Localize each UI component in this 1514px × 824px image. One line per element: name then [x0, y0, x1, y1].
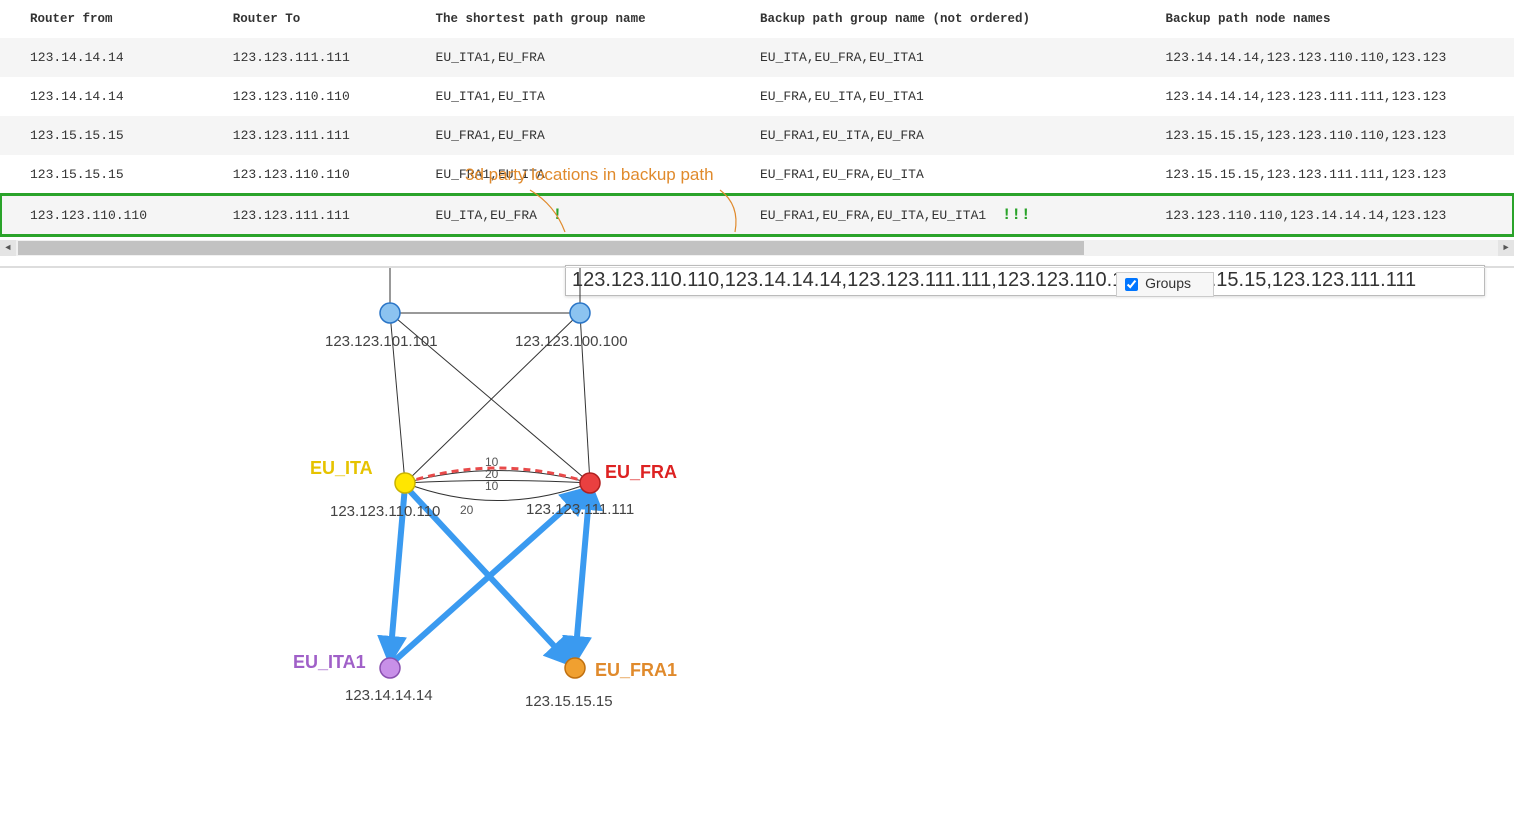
cell-shortest: EU_ITA1,EU_FRA — [406, 38, 730, 77]
cell-to: 123.123.111.111 — [203, 194, 406, 236]
routing-table-wrapper: Router from Router To The shortest path … — [0, 0, 1514, 267]
cell-from: 123.15.15.15 — [0, 155, 203, 194]
group-label-eu-fra1: EU_FRA1 — [595, 660, 677, 680]
col-header-backup[interactable]: Backup path group name (not ordered) — [730, 0, 1136, 38]
cell-to: 123.123.110.110 — [203, 155, 406, 194]
group-label-eu-fra: EU_FRA — [605, 462, 677, 482]
table-row[interactable]: 123.15.15.15 123.123.111.111 EU_FRA1,EU_… — [0, 116, 1514, 155]
cell-backup: EU_ITA,EU_FRA,EU_ITA1 — [730, 38, 1136, 77]
cell-nodes: 123.123.110.110,123.14.14.14,123.123 — [1135, 194, 1514, 236]
cell-backup: EU_FRA1,EU_FRA,EU_ITA,EU_ITA1 !!! — [730, 194, 1136, 236]
cell-nodes: 123.15.15.15,123.123.110.110,123.123 — [1135, 116, 1514, 155]
groups-checkbox[interactable] — [1125, 278, 1138, 291]
group-label-eu-ita: EU_ITA — [310, 458, 373, 478]
edge-weight: 20 — [460, 503, 474, 517]
cell-from: 123.14.14.14 — [0, 38, 203, 77]
cell-to: 123.123.110.110 — [203, 77, 406, 116]
scrollbar-thumb[interactable] — [18, 241, 1084, 255]
cell-shortest: EU_ITA1,EU_ITA — [406, 77, 730, 116]
groups-toggle[interactable]: Groups — [1116, 272, 1214, 297]
table-row[interactable]: 123.15.15.15 123.123.110.110 EU_FRA1,EU_… — [0, 155, 1514, 194]
cell-shortest: EU_FRA1,EU_FRA — [406, 116, 730, 155]
network-diagram[interactable]: Groups 10 20 10 20 — [0, 267, 1514, 777]
col-header-from[interactable]: Router from — [0, 0, 203, 38]
cell-shortest: EU_FRA1,EU_ITA — [406, 155, 730, 194]
cell-to: 123.123.111.111 — [203, 116, 406, 155]
node-label: 123.123.111.111 — [526, 501, 634, 518]
horizontal-scrollbar[interactable]: ◄ ► — [0, 240, 1514, 256]
table-row-highlighted[interactable]: 123.123.110.110 123.123.111.111 EU_ITA,E… — [0, 194, 1514, 236]
node-110-eu-ita[interactable] — [395, 473, 415, 493]
node-101[interactable] — [380, 303, 400, 323]
node-label: 123.15.15.15 — [525, 693, 613, 710]
table-row[interactable]: 123.14.14.14 123.123.110.110 EU_ITA1,EU_… — [0, 77, 1514, 116]
col-header-nodes[interactable]: Backup path node names — [1135, 0, 1514, 38]
node-15-eu-fra1[interactable] — [565, 658, 585, 678]
col-header-to[interactable]: Router To — [203, 0, 406, 38]
cell-from: 123.123.110.110 — [0, 194, 203, 236]
col-header-shortest[interactable]: The shortest path group name — [406, 0, 730, 38]
node-label: 123.14.14.14 — [345, 687, 433, 704]
cell-shortest: EU_ITA,EU_FRA ! — [406, 194, 730, 236]
cell-backup: EU_FRA1,EU_FRA,EU_ITA — [730, 155, 1136, 194]
group-label-eu-ita1: EU_ITA1 — [293, 652, 366, 672]
groups-label: Groups — [1145, 275, 1191, 291]
routing-table: Router from Router To The shortest path … — [0, 0, 1514, 236]
node-100[interactable] — [570, 303, 590, 323]
table-row[interactable]: 123.14.14.14 123.123.111.111 EU_ITA1,EU_… — [0, 38, 1514, 77]
cell-backup: EU_FRA,EU_ITA,EU_ITA1 — [730, 77, 1136, 116]
cell-nodes: 123.14.14.14,123.123.111.111,123.123 — [1135, 77, 1514, 116]
bang-annotation: ! — [553, 206, 563, 224]
node-14-eu-ita1[interactable] — [380, 658, 400, 678]
scroll-left-arrow-icon[interactable]: ◄ — [0, 240, 16, 256]
cell-from: 123.15.15.15 — [0, 116, 203, 155]
node-111-eu-fra[interactable] — [580, 473, 600, 493]
cell-nodes: 123.15.15.15,123.123.111.111,123.123 — [1135, 155, 1514, 194]
scroll-right-arrow-icon[interactable]: ► — [1498, 240, 1514, 256]
cell-backup: EU_FRA1,EU_ITA,EU_FRA — [730, 116, 1136, 155]
cell-from: 123.14.14.14 — [0, 77, 203, 116]
bang-annotation: !!! — [1002, 206, 1031, 224]
edge-weight: 10 — [485, 479, 499, 493]
cell-nodes: 123.14.14.14,123.123.110.110,123.123 — [1135, 38, 1514, 77]
node-label: 123.123.110.110 — [330, 503, 440, 520]
node-label: 123.123.101.101 — [325, 333, 438, 350]
node-label: 123.123.100.100 — [515, 333, 628, 350]
table-header-row: Router from Router To The shortest path … — [0, 0, 1514, 38]
cell-to: 123.123.111.111 — [203, 38, 406, 77]
